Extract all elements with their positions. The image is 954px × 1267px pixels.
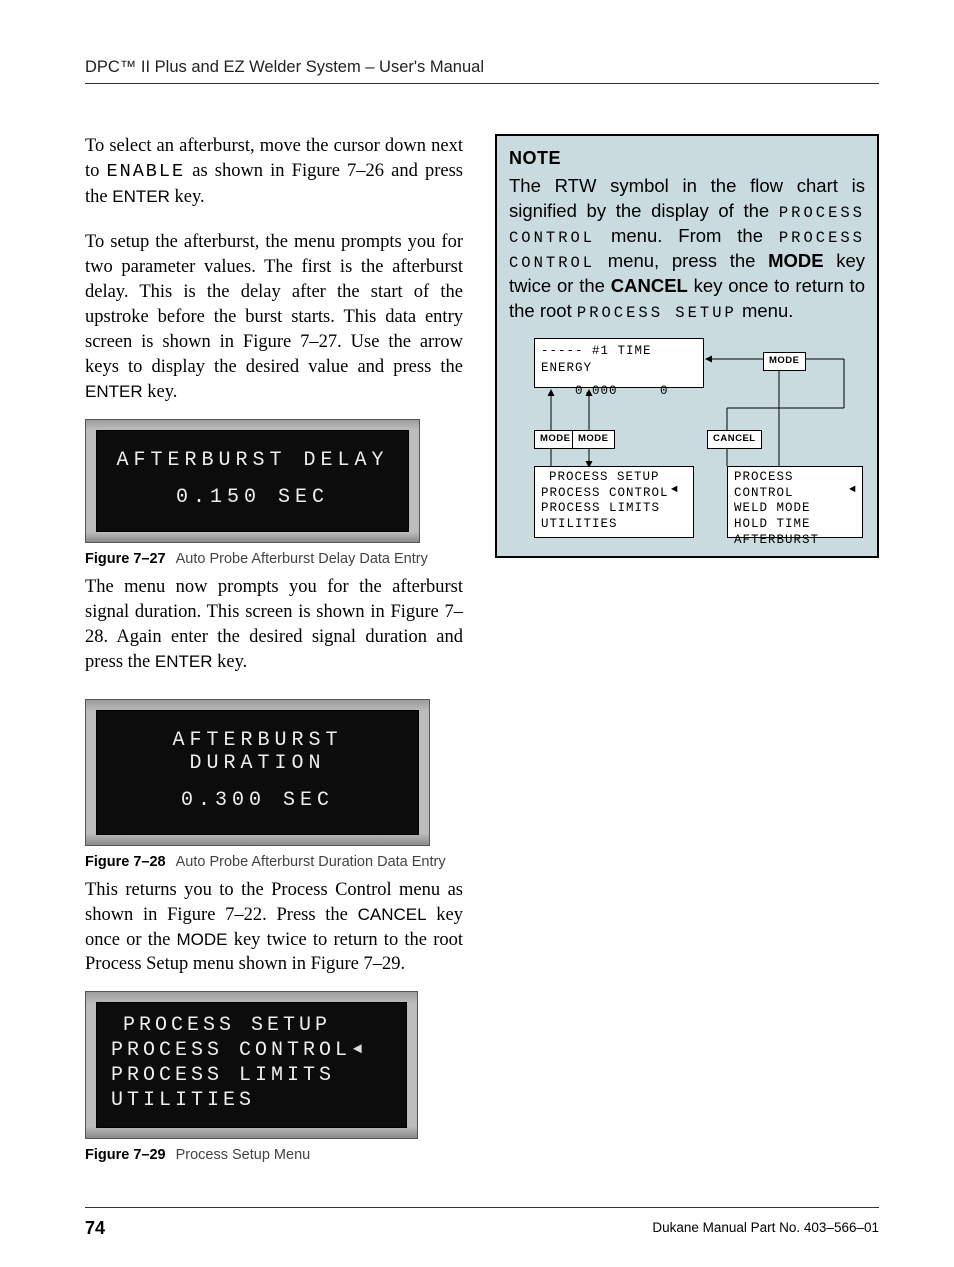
note-box: NOTE The RTW symbol in the flow chart is…: [495, 134, 879, 558]
figure-7-27: AFTERBURST DELAY 0.150 SEC Figure 7–27Au…: [85, 419, 463, 567]
left-column: To select an afterburst, move the cursor…: [85, 134, 463, 1171]
paragraph-1: To select an afterburst, move the cursor…: [85, 134, 463, 210]
flow-menu-left: PROCESS SETUP PROCESS CONTROL PROCESS LI…: [534, 466, 694, 538]
lcd-line-1: AFTERBURST DELAY: [101, 449, 404, 472]
lcd-line-2: 0.150 SEC: [101, 486, 404, 509]
lcd-line-1: AFTERBURST DURATION: [101, 729, 414, 775]
flow-menu-right: PROCESS CONTROL WELD MODE HOLD TIME AFTE…: [727, 466, 863, 538]
cursor-icon: ◄: [849, 483, 856, 498]
key-mode: MODE: [177, 930, 228, 949]
menu-line-4: UTILITIES: [111, 1088, 392, 1113]
paragraph-2: To setup the afterburst, the menu prompt…: [85, 230, 463, 405]
menu-line-1: PROCESS SETUP: [111, 1013, 392, 1038]
text: To setup the afterburst, the menu prompt…: [85, 232, 463, 377]
flow-button-mode: MODE: [763, 352, 806, 371]
page-number: 74: [85, 1218, 105, 1239]
figure-caption-27: Figure 7–27Auto Probe Afterburst Delay D…: [85, 551, 463, 567]
note-heading: NOTE: [509, 146, 865, 170]
right-column: NOTE The RTW symbol in the flow chart is…: [495, 134, 879, 1171]
text: key.: [143, 382, 178, 402]
flow-top-row1: ----- #1 TIME ENERGY: [541, 343, 697, 377]
key-enable: ENABLE: [107, 161, 186, 182]
figure-7-29: PROCESS SETUP PROCESS CONTROL PROCESS LI…: [85, 991, 463, 1163]
key-enter: ENTER: [85, 382, 143, 401]
page-header: DPC™ II Plus and EZ Welder System – User…: [85, 58, 879, 84]
paragraph-3: The menu now prompts you for the afterbu…: [85, 575, 463, 675]
menu-line-2: PROCESS CONTROL: [111, 1038, 392, 1063]
key-enter: ENTER: [112, 187, 170, 206]
note-text: The RTW symbol in the flow chart is sign…: [509, 174, 865, 324]
flow-chart: ----- #1 TIME ENERGY 0.000 0 MODE MODE M…: [509, 338, 865, 542]
menu-cursor-icon: ◄: [353, 1041, 362, 1060]
paragraph-4: This returns you to the Process Control …: [85, 878, 463, 978]
flow-top-row2: 0.000 0: [541, 383, 697, 400]
flow-screen-top: ----- #1 TIME ENERGY 0.000 0: [534, 338, 704, 388]
figure-caption-29: Figure 7–29Process Setup Menu: [85, 1147, 463, 1163]
flow-button-mode: MODE: [572, 430, 615, 449]
text: key.: [170, 187, 205, 207]
text: The menu now prompts you for the afterbu…: [85, 577, 463, 672]
figure-7-28: AFTERBURST DURATION 0.300 SEC Figure 7–2…: [85, 699, 463, 870]
key-enter: ENTER: [155, 652, 213, 671]
key-cancel: CANCEL: [358, 905, 427, 924]
lcd-line-2: 0.300 SEC: [101, 789, 414, 812]
manual-part-number: Dukane Manual Part No. 403–566–01: [652, 1218, 879, 1235]
menu-line-3: PROCESS LIMITS: [111, 1063, 392, 1088]
cursor-icon: ◄: [671, 483, 678, 498]
flow-button-mode: MODE: [534, 430, 577, 449]
figure-caption-28: Figure 7–28Auto Probe Afterburst Duratio…: [85, 854, 463, 870]
text: key.: [213, 652, 248, 672]
flow-button-cancel: CANCEL: [707, 430, 762, 449]
